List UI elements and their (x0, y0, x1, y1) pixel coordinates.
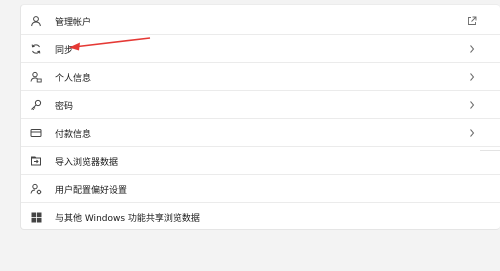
settings-item-label: 密码 (55, 101, 74, 112)
card-icon (29, 126, 43, 140)
chevron-right-icon (467, 128, 477, 138)
settings-item-label: 与其他 Windows 功能共享浏览数据 (55, 213, 200, 224)
settings-item-label: 付款信息 (55, 129, 92, 140)
person-card-icon (29, 70, 43, 84)
settings-item-import-browser-data[interactable]: 导入浏览器数据 (21, 147, 500, 175)
settings-item-label: 个人信息 (55, 73, 92, 84)
red-arrow-icon (69, 37, 151, 51)
settings-item-payment-info[interactable]: 付款信息 (21, 119, 500, 147)
person-icon (29, 14, 43, 28)
settings-item-manage-account[interactable]: 管理帐户 (21, 7, 500, 35)
settings-item-label: 导入浏览器数据 (55, 157, 119, 168)
key-icon (29, 98, 43, 112)
windows-logo-icon (29, 210, 43, 224)
settings-item-personal-info[interactable]: 个人信息 (21, 63, 500, 91)
sync-icon (29, 42, 43, 56)
settings-item-label: 用户配置偏好设置 (55, 185, 128, 196)
chevron-right-icon (467, 100, 477, 110)
settings-item-label: 管理帐户 (55, 17, 92, 28)
chevron-right-icon (467, 44, 477, 54)
external-link-icon[interactable] (467, 16, 477, 26)
settings-item-share-with-windows[interactable]: 与其他 Windows 功能共享浏览数据 (21, 203, 500, 229)
divider (480, 150, 500, 151)
import-icon (29, 154, 43, 168)
profile-settings-icon (29, 182, 43, 196)
settings-item-passwords[interactable]: 密码 (21, 91, 500, 119)
chevron-right-icon (467, 72, 477, 82)
settings-item-profile-preferences[interactable]: 用户配置偏好设置 (21, 175, 500, 203)
